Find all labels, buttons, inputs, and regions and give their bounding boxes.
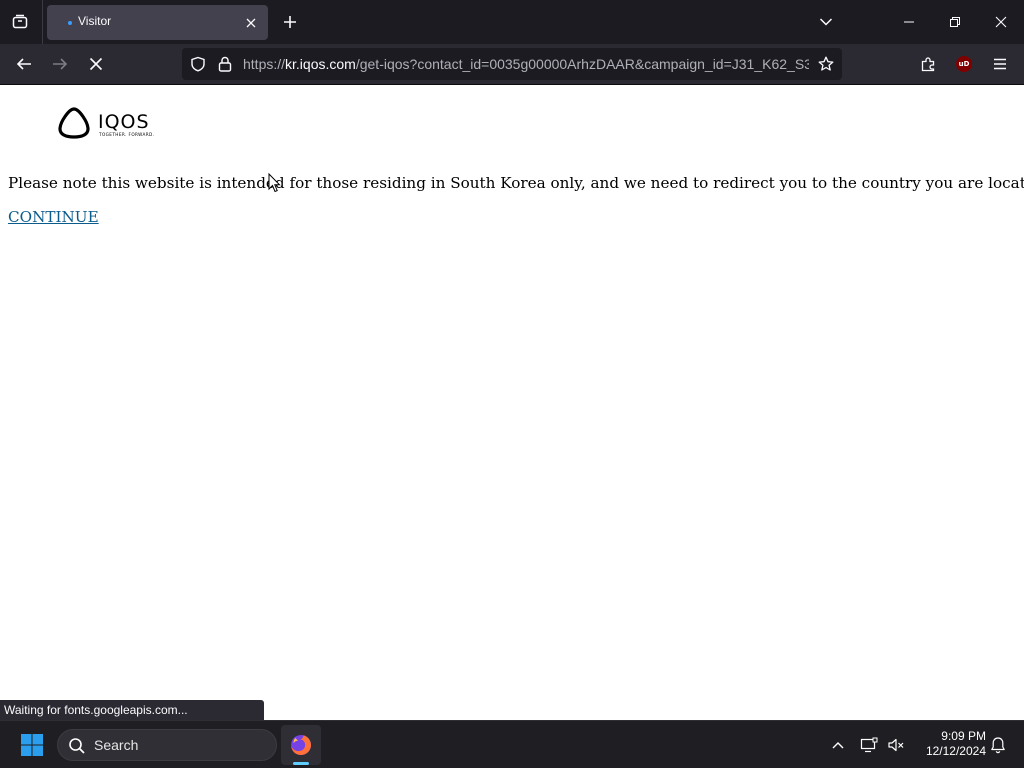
iqos-logo: IQOS TOGETHER. FORWARD.: [58, 107, 154, 139]
running-app-indicator: [293, 762, 309, 765]
active-tab[interactable]: Visitor: [47, 5, 268, 40]
mouse-cursor-icon: [268, 173, 281, 193]
windows-logo-icon: [21, 734, 43, 756]
taskbar-firefox-button[interactable]: [281, 725, 321, 765]
url-prefix: https://: [243, 56, 286, 72]
site-security-button[interactable]: [215, 54, 235, 74]
firefox-icon: [291, 735, 311, 755]
tab-manager-icon: [12, 14, 28, 29]
browser-navigation-bar: https://kr.iqos.com/get-iqos?contact_id=…: [0, 44, 1024, 85]
list-all-tabs-button[interactable]: [6, 8, 34, 36]
close-window-button[interactable]: [978, 0, 1024, 44]
region-notice-text: Please note this website is intended for…: [8, 174, 1024, 192]
tabs-overflow-button[interactable]: [812, 8, 840, 36]
taskbar-search-box[interactable]: Search: [57, 729, 277, 761]
windows-taskbar: Search 9:09 PM 12/12/2024: [0, 720, 1024, 768]
star-icon: [818, 56, 834, 71]
lock-icon: [218, 56, 232, 72]
bell-icon: [991, 737, 1005, 754]
notifications-button[interactable]: [986, 733, 1010, 757]
logo-wordmark: IQOS: [98, 111, 150, 133]
url-path: /get-iqos?contact_id=0035g00000ArhzDAAR&…: [355, 56, 809, 72]
new-tab-button[interactable]: [276, 8, 304, 36]
search-label: Search: [94, 737, 139, 753]
tab-separator: [42, 0, 43, 44]
tab-close-button[interactable]: [241, 13, 261, 33]
minimize-icon: [904, 21, 914, 23]
status-panel: Waiting for fonts.googleapis.com...: [0, 700, 264, 720]
app-menu-button[interactable]: [986, 50, 1014, 78]
stop-icon: [89, 57, 103, 71]
restore-window-button[interactable]: [932, 0, 978, 44]
url-text[interactable]: https://kr.iqos.com/get-iqos?contact_id=…: [243, 56, 809, 74]
hamburger-menu-icon: [994, 58, 1006, 70]
ublock-extension-button[interactable]: uD: [950, 50, 978, 78]
plus-icon: [284, 16, 296, 28]
back-button[interactable]: [10, 50, 38, 78]
clock-time: 9:09 PM: [941, 729, 986, 743]
restore-icon: [950, 17, 960, 27]
chevron-up-icon: [832, 742, 844, 749]
arrow-left-icon: [16, 58, 31, 70]
address-bar[interactable]: https://kr.iqos.com/get-iqos?contact_id=…: [182, 48, 842, 80]
continue-link[interactable]: CONTINUE: [8, 208, 99, 226]
close-icon: [246, 18, 256, 28]
show-hidden-icons-button[interactable]: [826, 733, 850, 757]
volume-tray-button[interactable]: [884, 733, 908, 757]
browser-tab-bar: Visitor: [0, 0, 1024, 44]
system-clock[interactable]: 9:09 PM 12/12/2024: [912, 729, 986, 759]
page-content: IQOS TOGETHER. FORWARD. Please note this…: [0, 85, 1024, 720]
url-host: kr.iqos.com: [285, 56, 356, 72]
speaker-muted-icon: [888, 738, 904, 752]
stop-loading-button[interactable]: [82, 50, 110, 78]
network-tray-button[interactable]: [857, 733, 881, 757]
search-icon: [69, 738, 85, 754]
logo-tagline: TOGETHER. FORWARD.: [98, 132, 154, 137]
bookmark-star-button[interactable]: [814, 52, 838, 76]
minimize-window-button[interactable]: [886, 0, 932, 44]
puzzle-icon: [921, 57, 935, 72]
arrow-right-icon: [53, 58, 68, 70]
chevron-down-icon: [819, 18, 833, 26]
tracking-protection-button[interactable]: [188, 54, 208, 74]
ublock-icon: uD: [956, 56, 972, 72]
shield-icon: [191, 56, 205, 72]
start-button[interactable]: [14, 729, 50, 761]
tab-loading-indicator: [68, 21, 72, 25]
clock-date: 12/12/2024: [925, 744, 986, 758]
network-icon: [860, 737, 878, 753]
tab-title: Visitor: [78, 14, 112, 28]
forward-button[interactable]: [46, 50, 74, 78]
close-icon: [995, 16, 1007, 28]
extensions-button[interactable]: [914, 50, 942, 78]
